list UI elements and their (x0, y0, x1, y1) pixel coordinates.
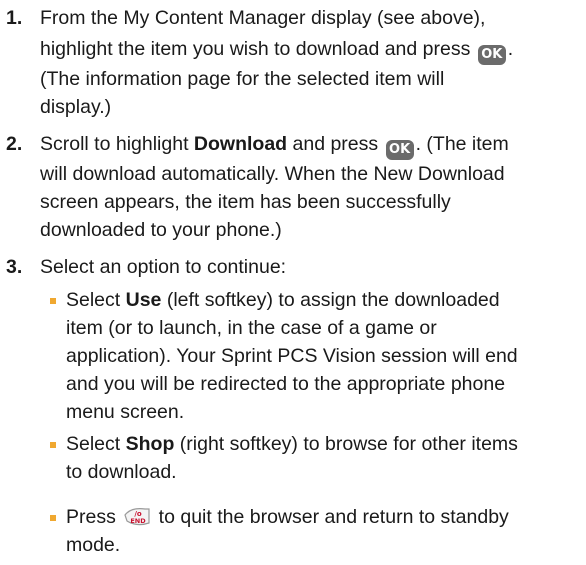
step-line: (The information page for the selected i… (40, 68, 445, 90)
step-line: display.) (40, 96, 112, 118)
bullet-line: to download. (66, 461, 177, 483)
option-shop: Select Shop (right softkey) to browse fo… (50, 430, 580, 486)
bullet-line: Select Shop (right softkey) to browse fo… (66, 430, 580, 458)
bullet-bold-term: Use (125, 289, 162, 311)
bullet-marker (50, 442, 56, 448)
step-line: will download automatically. When the Ne… (40, 163, 505, 185)
step-number: 1. (6, 7, 23, 29)
step-line: Select an option to continue: (40, 256, 287, 278)
step-text: From the My Content Manager display (see… (40, 4, 580, 121)
bullet-text: Press (66, 506, 122, 528)
step-line-text: . (507, 38, 514, 60)
step-line-text: and press (287, 133, 384, 155)
bullet-text: (left softkey) to assign the downloaded (161, 289, 500, 311)
step-line: downloaded to your phone.) (40, 219, 282, 241)
bullet-bold-term: Shop (125, 433, 175, 455)
option-quit: Press /o END to quit the browser and ret… (50, 503, 580, 559)
end-key-icon: /o END (124, 508, 150, 526)
bullet-line: application). Your Sprint PCS Vision ses… (66, 345, 518, 367)
step-line-text: Scroll to highlight (40, 133, 194, 155)
step-number: 2. (6, 133, 23, 155)
bullet-text: Select (66, 289, 126, 311)
ok-key-icon: OK (385, 140, 414, 160)
step-text: Scroll to highlight Download and press O… (40, 130, 580, 244)
bullet-line: mode. (66, 534, 121, 556)
option-use: Select Use (left softkey) to assign the … (50, 286, 580, 426)
instruction-page: 1. From the My Content Manager display (… (0, 0, 586, 565)
bullet-line: Press /o END to quit the browser and ret… (66, 503, 580, 531)
step-number: 3. (6, 256, 23, 278)
bullet-line: Select Use (left softkey) to assign the … (66, 286, 580, 314)
ok-key-icon: OK (477, 45, 506, 65)
step-line: highlight the item you wish to download … (40, 35, 580, 65)
step-line: Scroll to highlight Download and press O… (40, 130, 580, 160)
bullet-text: Select (66, 433, 126, 455)
step-line-text: . (The item (415, 133, 509, 155)
bullet-marker (50, 298, 56, 304)
step-line: screen appears, the item has been succes… (40, 191, 451, 213)
bullet-line: menu screen. (66, 401, 185, 423)
bullet-line: item (or to launch, in the case of a gam… (66, 317, 437, 339)
bullet-text: to quit the browser and return to standb… (153, 506, 509, 528)
bullet-marker (50, 515, 56, 521)
step-line: From the My Content Manager display (see… (40, 7, 486, 29)
bullet-line: and you will be redirected to the approp… (66, 373, 506, 395)
step-line-text: highlight the item you wish to download … (40, 38, 471, 60)
svg-text:END: END (131, 517, 147, 525)
bullet-text: (right softkey) to browse for other item… (174, 433, 518, 455)
step-bold-term: Download (193, 133, 288, 155)
